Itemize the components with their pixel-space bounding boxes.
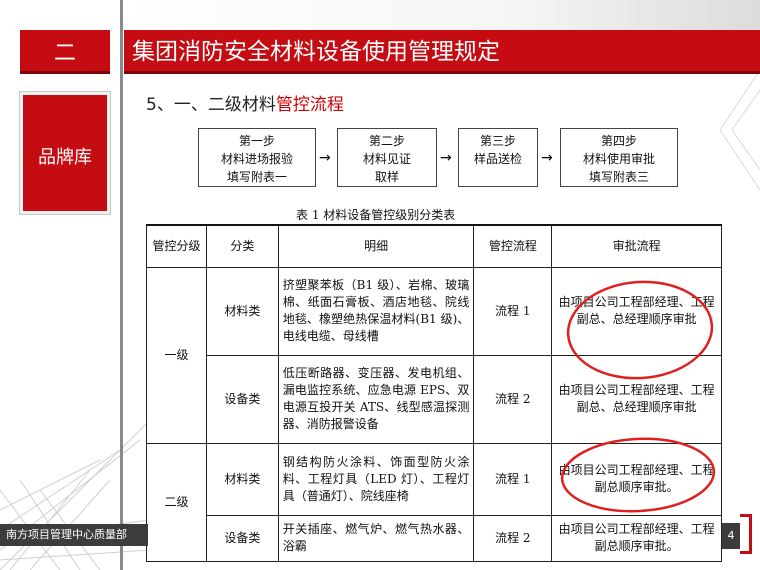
decorative-line-pattern — [0, 420, 150, 570]
footer-text: 南方项目管理中心质量部 — [6, 528, 127, 541]
step-line: 第一步 — [238, 134, 275, 148]
page-number: 4 — [722, 523, 740, 549]
step-line: 第三步 — [479, 134, 516, 148]
table-row: 设备类 开关插座、燃气炉、燃气热水器、浴霸 流程 2 由项目公司工程部经理、工程… — [147, 514, 722, 562]
approval-cell: 由项目公司工程部经理、工程副总顺序审批。 — [551, 514, 722, 562]
title-bar: 集团消防安全材料设备使用管理规定 — [124, 30, 760, 74]
step-4-box: 第四步 材料使用审批 填写附表三 — [560, 128, 678, 187]
step-line: 取样 — [374, 170, 399, 184]
approval-cell: 由项目公司工程部经理、工程副总、总经理顺序审批 — [551, 354, 722, 444]
classification-table: 管控分级 分类 明细 管控流程 审批流程 一级 材料类 挤塑聚苯板（B1 级）、… — [146, 224, 722, 562]
section-number-box: 二 — [20, 30, 110, 74]
category-cell: 材料类 — [205, 266, 279, 356]
step-1-box: 第一步 材料进场报验 填写附表一 — [198, 128, 316, 187]
section-number: 二 — [53, 40, 76, 66]
footer-bar: 南方项目管理中心质量部 — [0, 524, 148, 546]
header-level: 管控分级 — [146, 224, 207, 268]
step-line: 材料使用审批 — [582, 152, 655, 166]
table-header-row: 管控分级 分类 明细 管控流程 审批流程 — [146, 224, 722, 268]
header-process: 管控流程 — [473, 224, 553, 268]
arrow-icon: → — [541, 150, 553, 166]
arrow-icon: → — [440, 150, 452, 166]
approval-cell: 由项目公司工程部经理、工程副总顺序审批。 — [551, 442, 722, 516]
subtitle-prefix: 5、一、二级材料 — [146, 95, 276, 115]
table-caption: 表 1 材料设备管控级别分类表 — [296, 208, 456, 222]
category-cell: 设备类 — [205, 354, 279, 444]
header-detail: 明细 — [277, 224, 475, 268]
approval-cell: 由项目公司工程部经理、工程副总、总经理顺序审批 — [551, 266, 722, 356]
category-cell: 设备类 — [205, 514, 279, 562]
page-title: 集团消防安全材料设备使用管理规定 — [132, 39, 500, 65]
step-line: 填写附表三 — [588, 170, 649, 184]
table-row: 设备类 低压断路器、变压器、发电机组、漏电监控系统、应急电源 EPS、双电源互投… — [147, 354, 722, 444]
process-steps: 第一步 材料进场报验 填写附表一 → 第二步 材料见证 取样 → 第三步 样品送… — [198, 128, 698, 188]
right-edge-decoration — [720, 70, 760, 190]
header-category: 分类 — [205, 224, 279, 268]
step-line: 填写附表一 — [226, 170, 287, 184]
section-label: 品牌库 — [38, 147, 92, 168]
arrow-icon: → — [319, 150, 331, 166]
process-cell: 流程 2 — [473, 514, 553, 562]
subtitle-highlight: 管控流程 — [275, 95, 344, 115]
table-row: 一级 材料类 挤塑聚苯板（B1 级）、岩棉、玻璃棉、纸面石膏板、酒店地毯、院线地… — [146, 266, 722, 444]
step-line: 第四步 — [600, 134, 637, 148]
step-2-box: 第二步 材料见证 取样 — [337, 128, 437, 187]
section-label-box: 品牌库 — [20, 92, 110, 214]
step-line: 样品送检 — [473, 152, 522, 166]
level-cell: 二级 — [146, 442, 207, 562]
page-bracket-decoration — [740, 514, 752, 554]
detail-cell: 开关插座、燃气炉、燃气热水器、浴霸 — [277, 514, 475, 562]
level-cell: 一级 — [146, 266, 207, 444]
step-3-box: 第三步 样品送检 — [458, 128, 538, 187]
table-row: 二级 材料类 钢结构防火涂料、饰面型防火涂料、工程灯具（LED 灯）、工程灯具（… — [146, 442, 722, 562]
header-approval: 审批流程 — [551, 224, 722, 268]
process-cell: 流程 1 — [473, 442, 553, 516]
process-cell: 流程 1 — [473, 266, 553, 356]
step-line: 第二步 — [368, 134, 405, 148]
vertical-divider — [120, 0, 123, 570]
detail-cell: 钢结构防火涂料、饰面型防火涂料、工程灯具（LED 灯）、工程灯具（普通灯）、院线… — [277, 442, 475, 516]
step-line: 材料见证 — [362, 152, 411, 166]
top-gradient-band — [118, 0, 760, 30]
subtitle: 5、一、二级材料管控流程 — [146, 90, 344, 115]
category-cell: 材料类 — [205, 442, 279, 516]
detail-cell: 低压断路器、变压器、发电机组、漏电监控系统、应急电源 EPS、双电源互投开关 A… — [277, 354, 475, 444]
detail-cell: 挤塑聚苯板（B1 级）、岩棉、玻璃棉、纸面石膏板、酒店地毯、院线地毯、橡塑绝热保… — [277, 266, 475, 356]
process-cell: 流程 2 — [473, 354, 553, 444]
step-line: 材料进场报验 — [220, 152, 293, 166]
